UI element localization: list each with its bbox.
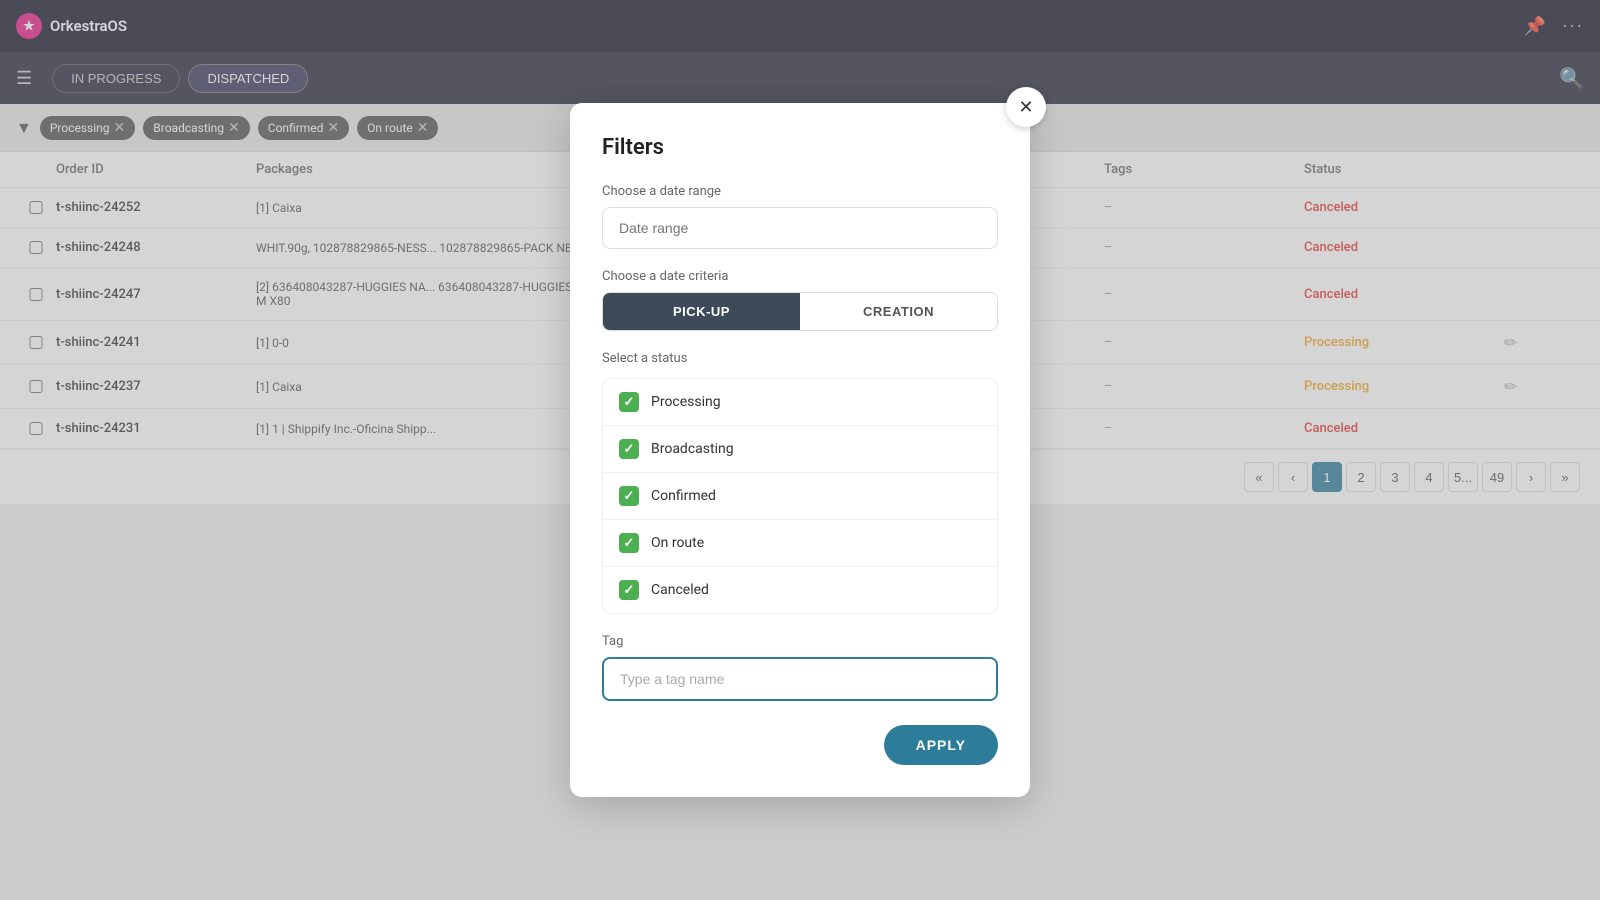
close-button[interactable]: ✕ xyxy=(1006,87,1046,127)
modal-title: Filters xyxy=(602,135,998,160)
status-item-confirmed[interactable]: ✓ Confirmed xyxy=(603,473,997,520)
status-item-processing[interactable]: ✓ Processing xyxy=(603,379,997,426)
close-icon: ✕ xyxy=(1018,97,1033,118)
checkbox-processing[interactable]: ✓ xyxy=(619,392,639,412)
date-range-input[interactable] xyxy=(602,207,998,249)
checkmark-icon: ✓ xyxy=(624,489,635,504)
toggle-creation-button[interactable]: CREATION xyxy=(800,293,997,330)
tag-section-label: Tag xyxy=(602,634,998,649)
checkbox-broadcasting[interactable]: ✓ xyxy=(619,439,639,459)
date-range-label: Choose a date range xyxy=(602,184,998,199)
status-label-onroute: On route xyxy=(651,535,704,551)
checkmark-icon: ✓ xyxy=(624,442,635,457)
checkbox-confirmed[interactable]: ✓ xyxy=(619,486,639,506)
apply-button[interactable]: APPLY xyxy=(884,725,998,765)
status-label-canceled: Canceled xyxy=(651,582,709,598)
status-label-confirmed: Confirmed xyxy=(651,488,716,504)
checkmark-icon: ✓ xyxy=(624,395,635,410)
checkmark-icon: ✓ xyxy=(624,583,635,598)
apply-button-wrap: APPLY xyxy=(602,725,998,765)
status-item-onroute[interactable]: ✓ On route xyxy=(603,520,997,567)
checkbox-onroute[interactable]: ✓ xyxy=(619,533,639,553)
status-section-label: Select a status xyxy=(602,351,998,366)
status-item-canceled[interactable]: ✓ Canceled xyxy=(603,567,997,613)
status-label-processing: Processing xyxy=(651,394,721,410)
date-criteria-label: Choose a date criteria xyxy=(602,269,998,284)
checkmark-icon: ✓ xyxy=(624,536,635,551)
status-label-broadcasting: Broadcasting xyxy=(651,441,734,457)
modal-overlay: ✕ Filters Choose a date range Choose a d… xyxy=(0,0,1600,900)
status-list: ✓ Processing ✓ Broadcasting ✓ Confirmed … xyxy=(602,378,998,614)
toggle-pickup-button[interactable]: PICK-UP xyxy=(603,293,800,330)
tag-input[interactable] xyxy=(602,657,998,701)
filters-modal: ✕ Filters Choose a date range Choose a d… xyxy=(570,103,1030,797)
status-item-broadcasting[interactable]: ✓ Broadcasting xyxy=(603,426,997,473)
checkbox-canceled[interactable]: ✓ xyxy=(619,580,639,600)
date-criteria-toggle: PICK-UP CREATION xyxy=(602,292,998,331)
